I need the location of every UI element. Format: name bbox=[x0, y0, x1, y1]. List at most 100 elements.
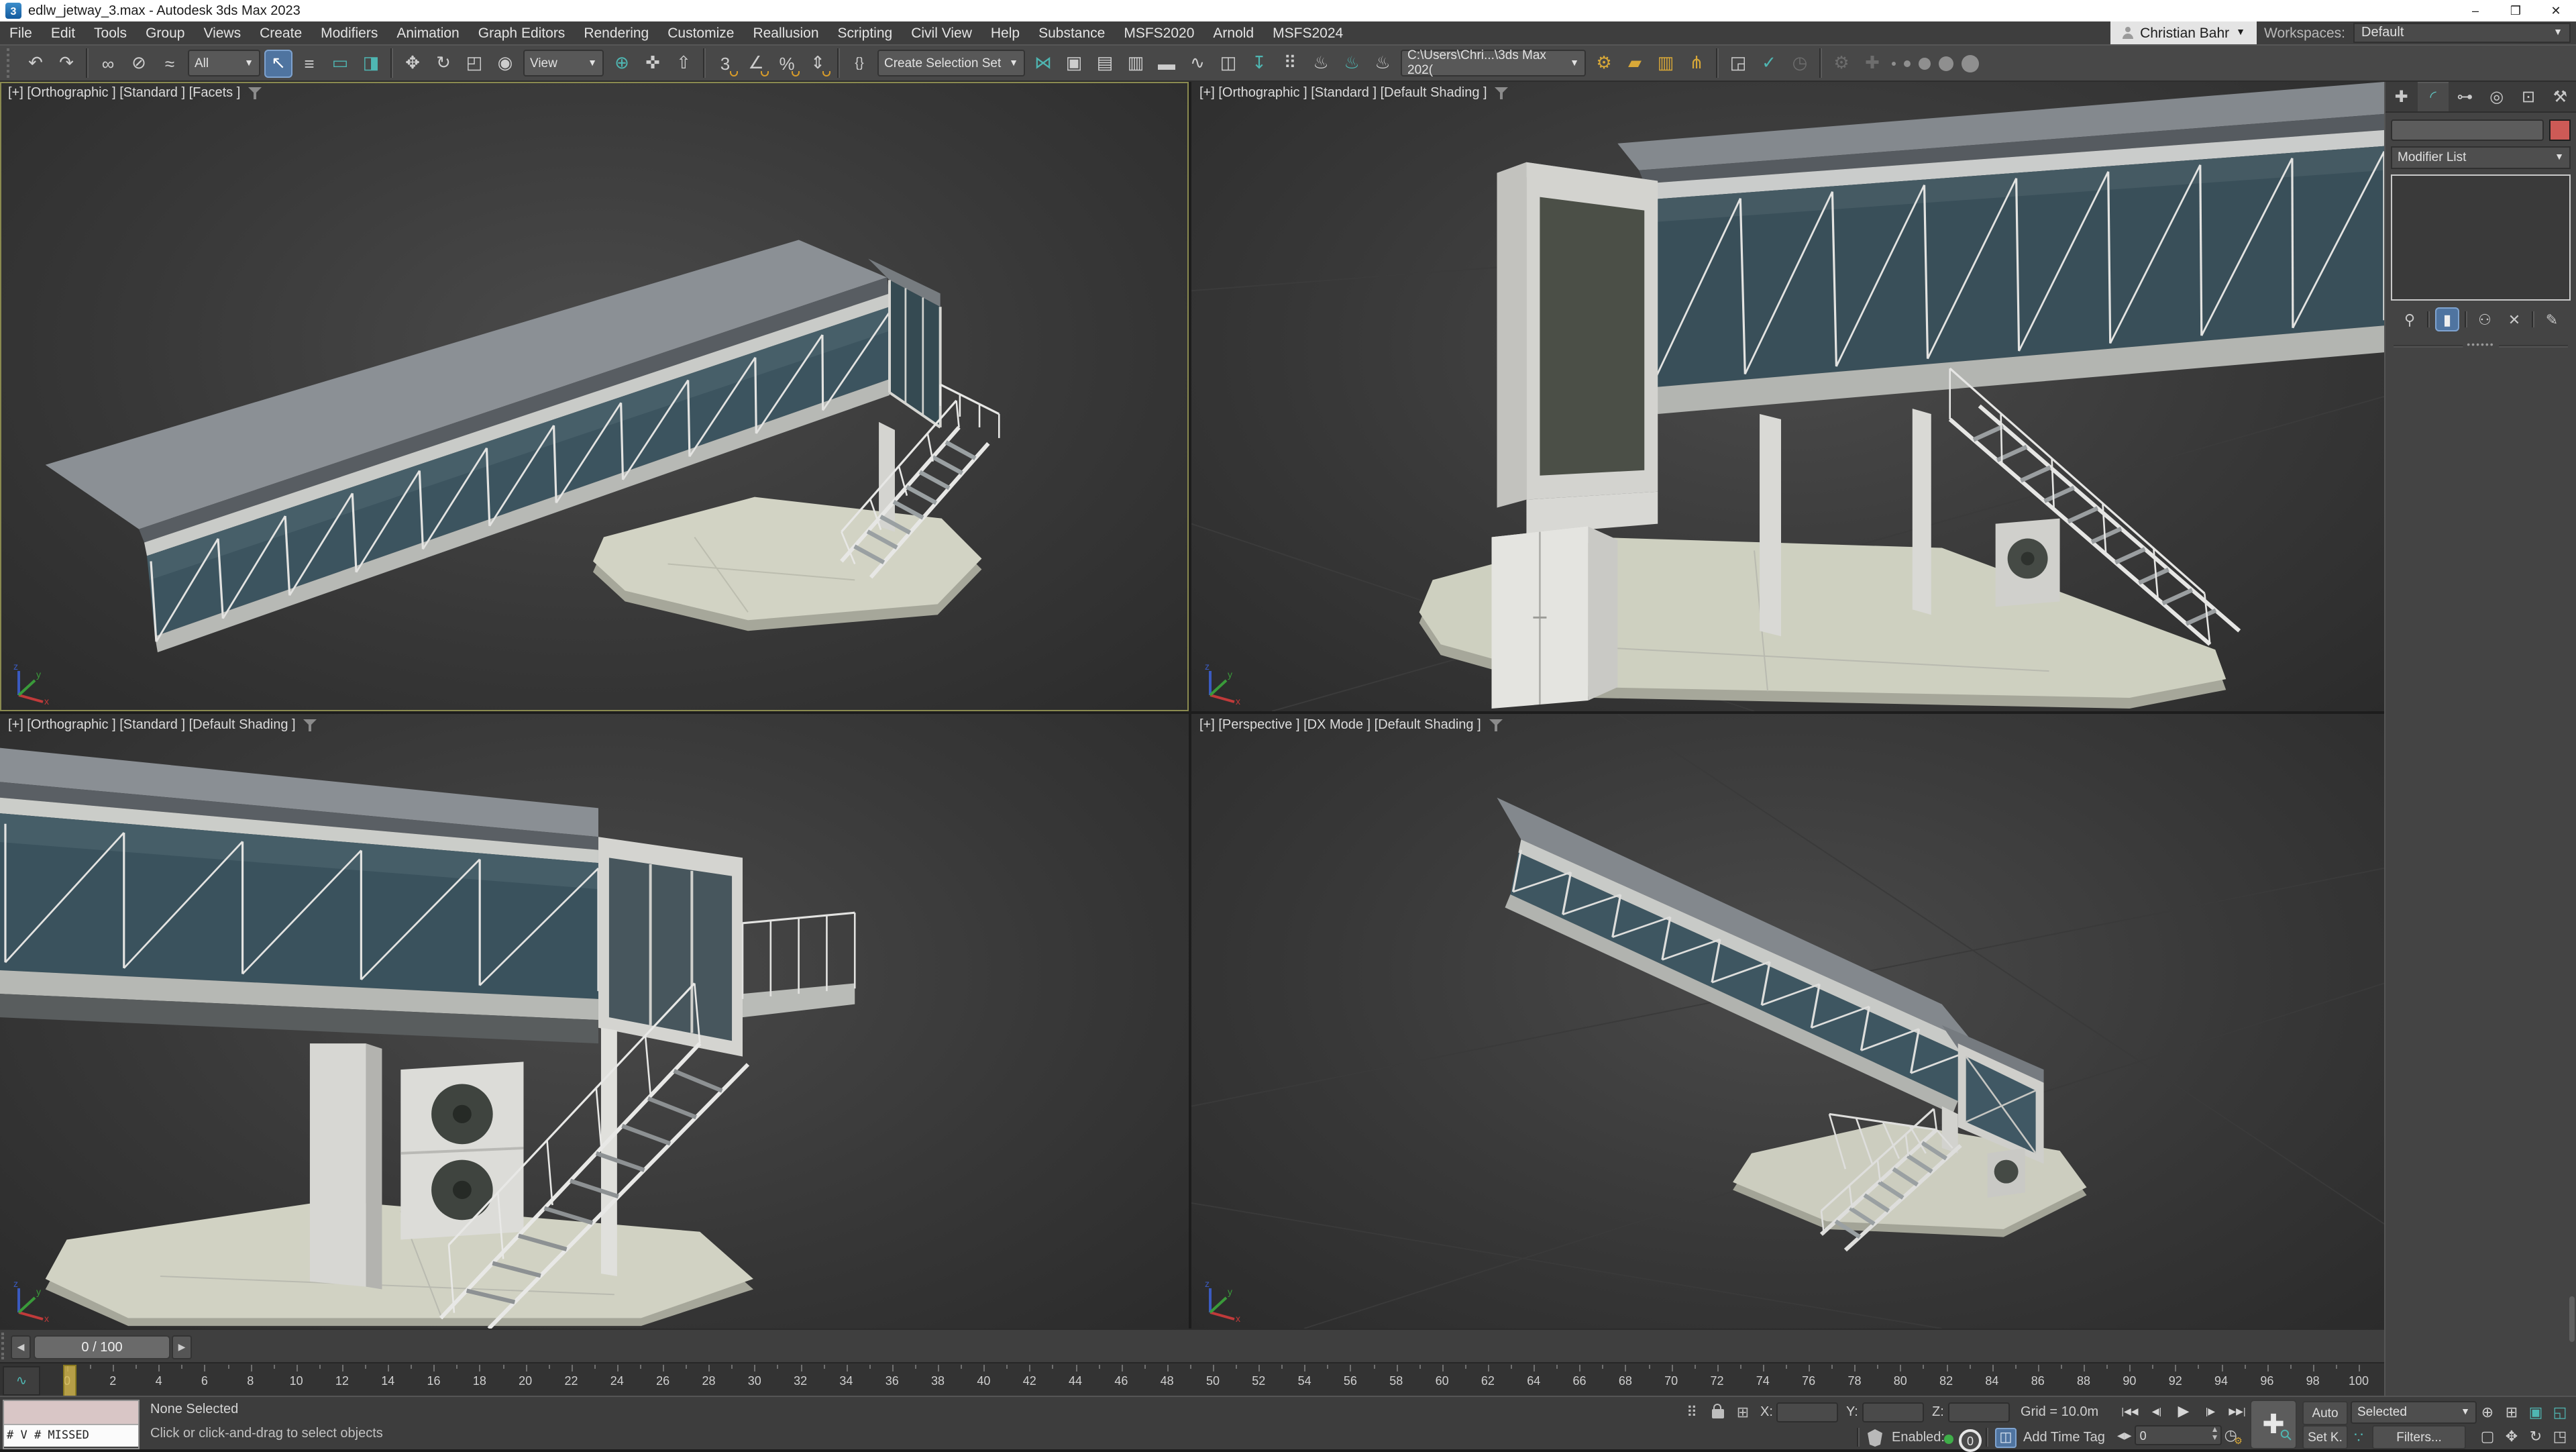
select-and-place-icon[interactable]: ◉ bbox=[491, 49, 519, 77]
zoom-icon[interactable]: ⊕ bbox=[2475, 1400, 2500, 1424]
filter-funnel-icon[interactable] bbox=[248, 87, 262, 99]
menu-tools[interactable]: Tools bbox=[85, 21, 136, 44]
menu-edit[interactable]: Edit bbox=[42, 21, 85, 44]
toggle-scene-explorer-icon[interactable]: ▤ bbox=[1091, 49, 1119, 77]
viewport-bottom-right[interactable]: [+] [Perspective ] [DX Mode ] [Default S… bbox=[1191, 714, 2384, 1329]
msfs-export-icon[interactable]: ▥ bbox=[1652, 49, 1680, 77]
shield-icon[interactable] bbox=[1868, 1429, 1882, 1447]
viewport-top-left[interactable]: [+] [Orthographic ] [Standard ] [Facets … bbox=[0, 82, 1189, 711]
filter-funnel-icon[interactable] bbox=[1489, 719, 1503, 731]
object-name-field[interactable] bbox=[2391, 119, 2544, 141]
zoom-region-icon[interactable]: ▢ bbox=[2475, 1424, 2500, 1448]
spinner-snap-icon[interactable]: ⇕ bbox=[804, 49, 832, 77]
menu-msfs2020[interactable]: MSFS2020 bbox=[1114, 21, 1203, 44]
zoom-extents-icon[interactable]: ▣ bbox=[2524, 1400, 2548, 1424]
listener-script-row[interactable]: # V # MISSED bbox=[4, 1425, 138, 1447]
set-keys-button[interactable]: ✚⚲ bbox=[2250, 1400, 2297, 1449]
object-color-swatch[interactable] bbox=[2549, 119, 2571, 141]
modifier-stack[interactable] bbox=[2391, 174, 2571, 301]
spinner-arrows[interactable]: ▲▼ bbox=[2211, 1427, 2219, 1443]
modifier-list-dropdown[interactable]: Modifier List ▼ bbox=[2391, 146, 2571, 169]
brush-preset-dot-4[interactable] bbox=[1939, 56, 1953, 70]
select-and-manipulate-icon[interactable]: ✜ bbox=[639, 49, 667, 77]
maximize-viewport-icon[interactable]: ◳ bbox=[2548, 1424, 2572, 1448]
isolate-cube-icon[interactable]: ◫ bbox=[1995, 1428, 2017, 1448]
viewport-bottom-left[interactable]: [+] [Orthographic ] [Standard ] [Default… bbox=[0, 714, 1189, 1329]
angle-snap-icon[interactable]: ∠ bbox=[742, 49, 770, 77]
zoom-extents-all-icon[interactable]: ◱ bbox=[2548, 1400, 2572, 1424]
render-production-icon[interactable]: ♨ bbox=[1368, 49, 1397, 77]
msfs-settings-icon[interactable]: ⚙ bbox=[1590, 49, 1618, 77]
play-button[interactable]: ▶ bbox=[2171, 1401, 2196, 1421]
menu-create[interactable]: Create bbox=[250, 21, 311, 44]
time-slider-next-button[interactable]: ▶ bbox=[172, 1335, 192, 1359]
viewport-label[interactable]: [+] [Perspective ] [DX Mode ] [Default S… bbox=[1199, 718, 1481, 733]
viewport-top-right[interactable]: [+] [Orthographic ] [Standard ] [Default… bbox=[1191, 82, 2384, 711]
time-slider-prev-button[interactable]: ◀ bbox=[11, 1335, 31, 1359]
select-and-move-icon[interactable]: ✥ bbox=[398, 49, 427, 77]
filter-funnel-icon[interactable] bbox=[1495, 87, 1509, 99]
go-to-end-button[interactable]: ▶▶| bbox=[2224, 1401, 2250, 1421]
selection-lock-icon[interactable] bbox=[1707, 1402, 1728, 1424]
check-circle-icon[interactable]: ✓ bbox=[1755, 49, 1783, 77]
isolate-selection-icon[interactable]: ⠿ bbox=[1681, 1401, 1703, 1422]
viewport-label[interactable]: [+] [Orthographic ] [Standard ] [Facets … bbox=[8, 86, 240, 101]
transform-toolbox-icon[interactable]: ⠿ bbox=[1276, 49, 1304, 77]
listener-macro-row[interactable] bbox=[4, 1401, 138, 1425]
menu-views[interactable]: Views bbox=[194, 21, 250, 44]
menu-civil-view[interactable]: Civil View bbox=[902, 21, 981, 44]
current-frame-marker[interactable] bbox=[63, 1365, 76, 1397]
menu-reallusion[interactable]: Reallusion bbox=[743, 21, 828, 44]
tab-motion[interactable]: ◎ bbox=[2481, 82, 2512, 111]
edit-named-selection-sets-icon[interactable]: {} bbox=[845, 49, 873, 77]
tab-hierarchy[interactable]: ⊶ bbox=[2449, 82, 2481, 111]
configure-modifier-sets-icon[interactable]: ✎ bbox=[2540, 307, 2564, 331]
align-icon[interactable]: ▣ bbox=[1060, 49, 1088, 77]
x-coord-field[interactable] bbox=[1776, 1402, 1838, 1422]
render-setup-icon[interactable]: ♨ bbox=[1307, 49, 1335, 77]
project-folder-dropdown[interactable]: C:\Users\Chri...\3ds Max 202(▼ bbox=[1401, 50, 1586, 76]
rendered-frame-window-icon[interactable]: ♨ bbox=[1338, 49, 1366, 77]
toolbar-drag-handle[interactable] bbox=[7, 48, 16, 78]
viewport-label[interactable]: [+] [Orthographic ] [Standard ] [Default… bbox=[1199, 86, 1487, 101]
toggle-ribbon-icon[interactable]: ▬ bbox=[1152, 49, 1181, 77]
notification-count-badge[interactable]: 0 bbox=[1959, 1429, 1982, 1452]
mirror-icon[interactable]: ⋈ bbox=[1029, 49, 1057, 77]
show-end-result-icon[interactable]: ▮ bbox=[2435, 307, 2459, 331]
window-crossing-icon[interactable]: ◨ bbox=[357, 49, 385, 77]
selection-set-dropdown[interactable]: Selected ▼ bbox=[2351, 1401, 2477, 1424]
msfs-folder-icon[interactable]: ▰ bbox=[1621, 49, 1649, 77]
filter-funnel-icon[interactable] bbox=[304, 719, 317, 731]
menu-file[interactable]: File bbox=[0, 21, 42, 44]
pan-icon[interactable]: ✥ bbox=[2500, 1424, 2524, 1448]
key-filters-icon[interactable]: ∵ bbox=[2348, 1427, 2369, 1448]
schematic-view-icon[interactable]: ◫ bbox=[1214, 49, 1242, 77]
timeline-ruler[interactable]: 0246810121416182022242628303234363840424… bbox=[43, 1363, 2384, 1397]
menu-animation[interactable]: Animation bbox=[387, 21, 468, 44]
menu-group[interactable]: Group bbox=[136, 21, 194, 44]
pin-stack-icon[interactable]: ⚲ bbox=[2398, 307, 2422, 331]
brush-preset-dot-5[interactable] bbox=[1962, 54, 1979, 72]
menu-modifiers[interactable]: Modifiers bbox=[311, 21, 387, 44]
absolute-relative-toggle-icon[interactable]: ⊞ bbox=[1732, 1401, 1754, 1422]
import-download-icon[interactable]: ↧ bbox=[1245, 49, 1273, 77]
user-account-menu[interactable]: Christian Bahr ▼ bbox=[2110, 21, 2256, 44]
select-object-icon[interactable]: ↖ bbox=[264, 49, 292, 77]
orbit-icon[interactable]: ↻ bbox=[2524, 1424, 2548, 1448]
minimize-button[interactable]: – bbox=[2455, 0, 2496, 21]
add-time-tag[interactable]: Add Time Tag bbox=[2023, 1431, 2105, 1445]
menu-rendering[interactable]: Rendering bbox=[574, 21, 658, 44]
make-unique-icon[interactable]: ⚇ bbox=[2473, 307, 2497, 331]
current-frame-field[interactable]: 0 ▲▼ bbox=[2135, 1425, 2222, 1445]
workspace-dropdown[interactable]: Default ▼ bbox=[2353, 23, 2571, 43]
auto-key-button[interactable]: Auto bbox=[2302, 1401, 2348, 1425]
tab-display[interactable]: ⊡ bbox=[2512, 82, 2544, 111]
undo-icon[interactable]: ↶ bbox=[21, 49, 50, 77]
select-and-link-icon[interactable]: ∞ bbox=[94, 49, 122, 77]
set-key-mode-button[interactable]: Set K. bbox=[2302, 1425, 2348, 1449]
time-slider[interactable]: 0 / 100 bbox=[34, 1335, 170, 1359]
key-filters-button[interactable]: Filters... bbox=[2372, 1425, 2466, 1449]
brush-preset-dot-2[interactable] bbox=[1904, 60, 1911, 66]
bind-to-space-warp-icon[interactable]: ≈ bbox=[156, 49, 184, 77]
redo-icon[interactable]: ↷ bbox=[52, 49, 80, 77]
